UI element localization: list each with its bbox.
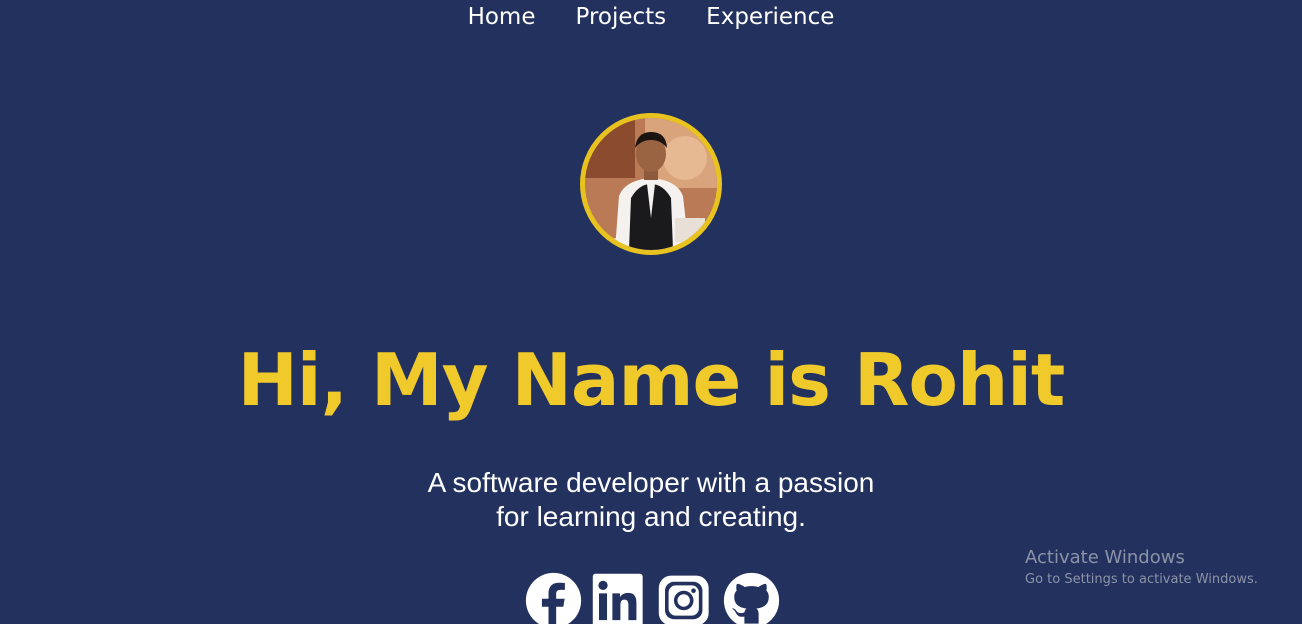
social-links: [525, 572, 780, 624]
linkedin-link[interactable]: [591, 572, 648, 624]
hero-headline: Hi, My Name is Rohit: [237, 338, 1066, 422]
portfolio-page: Home Projects Experience Hi, My Name is …: [0, 0, 1302, 624]
watermark-subtitle: Go to Settings to activate Windows.: [1025, 572, 1258, 587]
github-icon: [723, 572, 780, 624]
watermark-title: Activate Windows: [1025, 547, 1185, 568]
tagline-line-2: for learning and creating.: [496, 501, 806, 532]
nav-experience-link[interactable]: Experience: [706, 3, 834, 31]
profile-photo: [585, 118, 717, 250]
facebook-link[interactable]: [525, 572, 582, 624]
activate-windows-watermark: Activate Windows Go to Settings to activ…: [1025, 547, 1258, 590]
github-link[interactable]: [723, 572, 780, 624]
profile-avatar: [580, 113, 722, 255]
linkedin-icon: [592, 573, 643, 624]
instagram-link[interactable]: [657, 572, 714, 624]
nav-home-link[interactable]: Home: [468, 3, 536, 31]
nav-projects-link[interactable]: Projects: [575, 3, 666, 31]
instagram-icon: [658, 575, 709, 624]
top-nav: Home Projects Experience: [0, 0, 1302, 31]
tagline-line-1: A software developer with a passion: [427, 467, 875, 498]
facebook-icon: [525, 572, 582, 624]
hero-tagline: A software developer with a passion for …: [0, 466, 1302, 534]
